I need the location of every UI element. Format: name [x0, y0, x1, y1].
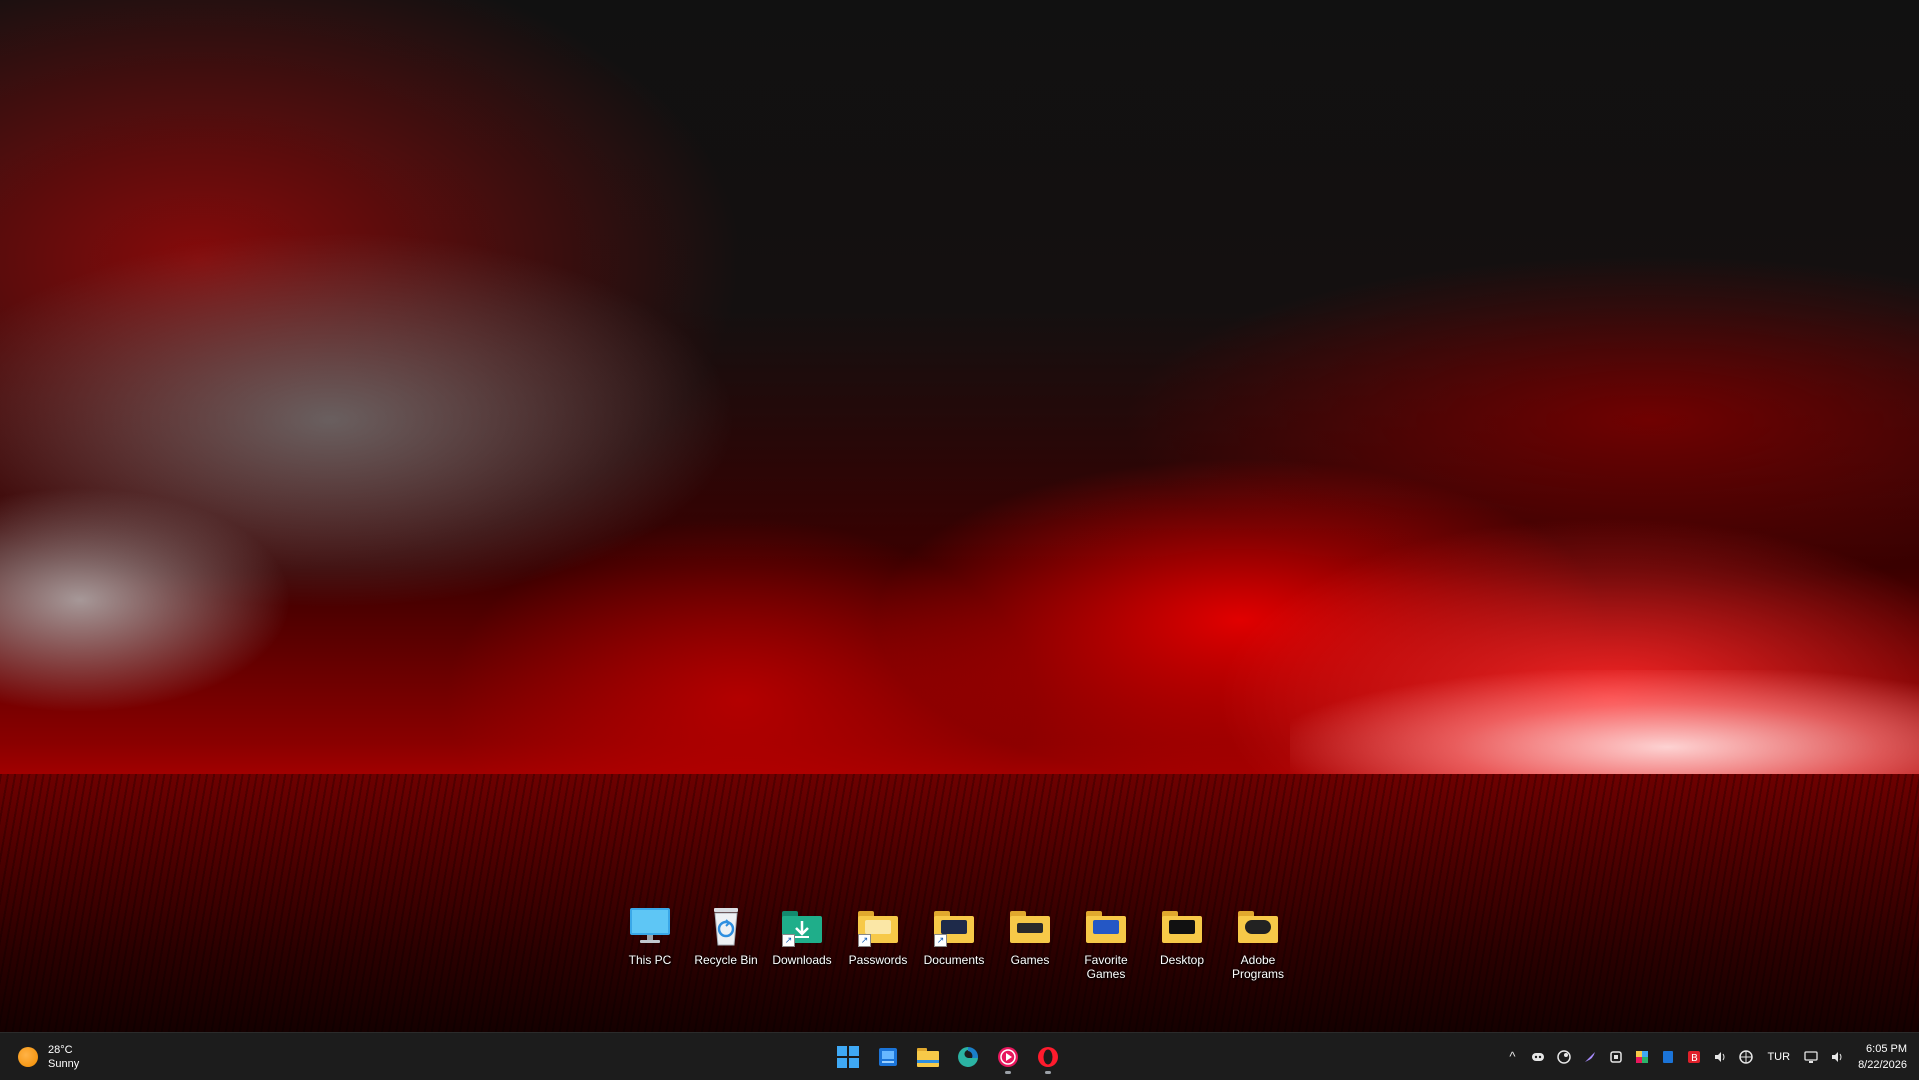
adobe-folder-icon [1236, 905, 1280, 947]
vpn-icon[interactable] [1733, 1044, 1759, 1070]
desktop-folder-icon [1160, 905, 1204, 947]
desktop-icon-label: Downloads [772, 953, 832, 967]
desktop-wallpaper [0, 0, 1919, 1032]
widgets-icon [879, 1048, 897, 1066]
desktop-icon-label: Passwords [848, 953, 908, 967]
weather-condition: Sunny [48, 1058, 80, 1070]
games-folder-icon [1008, 905, 1052, 947]
running-indicator [1005, 1071, 1011, 1074]
desktop-icon-label: Desktop [1159, 953, 1205, 967]
file-explorer-button[interactable] [910, 1039, 946, 1075]
show-hidden-icons-chevron-icon[interactable]: ^ [1499, 1044, 1525, 1070]
desktop-icon-games[interactable]: Games [992, 905, 1068, 981]
desktop-icon-adobe-programs[interactable]: Adobe Programs [1220, 905, 1296, 981]
desktop-icon-label: Recycle Bin [694, 953, 758, 967]
horizon-glow [1290, 670, 1919, 780]
speaker-icon[interactable] [1707, 1044, 1733, 1070]
colorful-app-icon[interactable] [1629, 1044, 1655, 1070]
weather-temperature: 28°C [48, 1044, 73, 1056]
desktop-icon-passwords[interactable]: ↗ Passwords [840, 905, 916, 981]
shortcut-arrow-icon: ↗ [858, 934, 871, 947]
input-language[interactable]: TUR [1767, 1051, 1790, 1063]
volume-icon[interactable] [1824, 1044, 1850, 1070]
taskbar: 28°C Sunny ^ B TUR 6:05 PM 8/22/2026 [0, 1032, 1919, 1080]
this-pc-icon [628, 905, 672, 947]
clock[interactable]: 6:05 PM 8/22/2026 [1858, 1041, 1907, 1073]
desktop-icon-label: Favorite Games [1084, 953, 1128, 981]
recycle-bin-icon [704, 905, 748, 947]
desktop-icon-recycle-bin[interactable]: Recycle Bin [688, 905, 764, 981]
file-explorer-icon [917, 1048, 939, 1067]
widgets-button[interactable] [870, 1039, 906, 1075]
network-icon[interactable] [1798, 1044, 1824, 1070]
music-player-button[interactable] [990, 1039, 1026, 1075]
desktop-icon-label: Games [1010, 953, 1050, 967]
music-player-icon [998, 1047, 1018, 1067]
steam-icon[interactable] [1551, 1044, 1577, 1070]
wheat-field [0, 774, 1919, 1032]
documents-folder-icon: ↗ [932, 905, 976, 947]
edge-icon [958, 1046, 979, 1067]
gpu-software-icon[interactable] [1603, 1044, 1629, 1070]
favorite-games-folder-icon [1084, 905, 1128, 947]
start-button[interactable] [830, 1039, 866, 1075]
windows-start-icon [837, 1046, 859, 1068]
blue-app-icon[interactable] [1655, 1044, 1681, 1070]
desktop-icon-label: This PC [628, 953, 672, 967]
desktop-icon-this-pc[interactable]: This PC [612, 905, 688, 981]
sun-icon [18, 1047, 38, 1067]
desktop-icon-label: Documents [923, 953, 985, 967]
desktop-icon-downloads[interactable]: ↗ Downloads [764, 905, 840, 981]
feather-icon[interactable] [1577, 1044, 1603, 1070]
red-b-app-icon[interactable]: B [1681, 1044, 1707, 1070]
running-indicator [1045, 1071, 1051, 1074]
desktop-icon-row: This PC Recycle Bin ↗ Downloads ↗ Passwo… [612, 905, 1296, 981]
desktop-icon-desktop-folder[interactable]: Desktop [1144, 905, 1220, 981]
desktop-icon-documents[interactable]: ↗ Documents [916, 905, 992, 981]
edge-button[interactable] [950, 1039, 986, 1075]
folder-icon: ↗ [856, 905, 900, 947]
discord-icon[interactable] [1525, 1044, 1551, 1070]
svg-text:B: B [1691, 1053, 1698, 1064]
opera-button[interactable] [1030, 1039, 1066, 1075]
shortcut-arrow-icon: ↗ [934, 934, 947, 947]
weather-widget[interactable]: 28°C Sunny [18, 1043, 79, 1071]
taskbar-pinned-apps [830, 1039, 1070, 1075]
shortcut-arrow-icon: ↗ [782, 934, 795, 947]
desktop-icon-favorite-games[interactable]: Favorite Games [1068, 905, 1144, 981]
downloads-folder-icon: ↗ [780, 905, 824, 947]
clock-time: 6:05 PM [1866, 1042, 1907, 1055]
opera-icon [1038, 1047, 1058, 1067]
clock-date: 8/22/2026 [1858, 1058, 1907, 1071]
system-tray: ^ B TUR 6:05 PM 8/22/2026 [1499, 1033, 1907, 1080]
desktop-icon-label: Adobe Programs [1231, 953, 1284, 981]
